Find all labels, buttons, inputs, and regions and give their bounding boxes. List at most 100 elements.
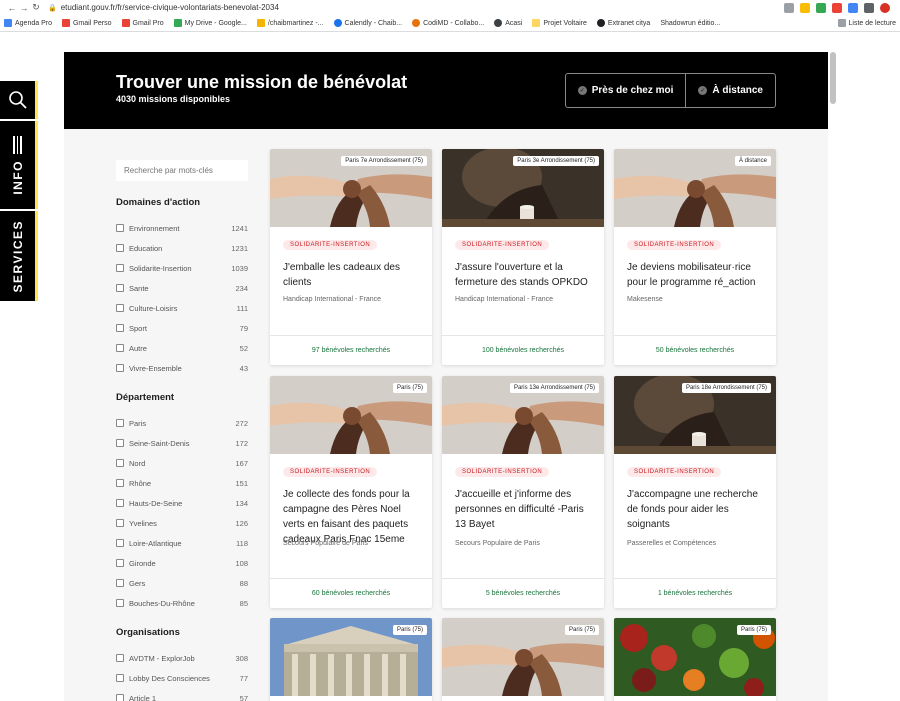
keyword-search-input[interactable] xyxy=(116,160,248,181)
bookmark[interactable]: Agenda Pro xyxy=(4,19,52,27)
filter-option[interactable]: Culture-Loisirs 111 xyxy=(116,298,248,318)
remote-option[interactable]: ✓ À distance xyxy=(685,74,775,107)
checkbox[interactable] xyxy=(116,539,124,547)
filter-option[interactable]: Education 1231 xyxy=(116,238,248,258)
checkbox[interactable] xyxy=(116,364,124,372)
location-badge: Paris 7e Arrondissement (75) xyxy=(341,156,427,166)
info-tab[interactable]: INFO xyxy=(0,121,38,209)
filter-option[interactable]: Yvelines 126 xyxy=(116,513,248,533)
filter-option-label: Article 1 xyxy=(129,693,157,701)
reading-list[interactable]: Liste de lecture xyxy=(837,19,896,27)
filter-option[interactable]: Paris 272 xyxy=(116,413,248,433)
checkbox[interactable] xyxy=(116,479,124,487)
checkbox[interactable] xyxy=(116,499,124,507)
bookmark[interactable]: Calendly - Chaib... xyxy=(333,19,402,27)
checkbox[interactable] xyxy=(116,304,124,312)
bookmark[interactable]: Acasi xyxy=(494,19,522,27)
filter-option[interactable]: Sport 79 xyxy=(116,318,248,338)
search-tab[interactable] xyxy=(0,81,38,119)
location-badge: Paris (75) xyxy=(392,625,427,635)
checkbox[interactable] xyxy=(116,439,124,447)
filter-option[interactable]: Solidarite-Insertion 1039 xyxy=(116,258,248,278)
mission-card[interactable]: À distance SOLIDARITE-INSERTION Je deviens… xyxy=(614,149,776,365)
bookmark[interactable]: Extranet citya xyxy=(596,19,650,27)
mission-title[interactable]: Je collecte des fonds pour la campagne d… xyxy=(283,487,421,547)
filter-option[interactable]: Nord 167 xyxy=(116,453,248,473)
extension-icon[interactable] xyxy=(864,2,874,13)
extension-icon[interactable] xyxy=(832,2,842,13)
bookmark[interactable]: My Drive - Google... xyxy=(173,19,247,27)
checkbox[interactable] xyxy=(116,674,124,682)
reload-icon[interactable]: ↻ xyxy=(30,2,42,13)
location-badge: Paris (75) xyxy=(736,625,771,635)
volunteers-needed: 1 bénévoles recherchés xyxy=(614,578,776,608)
location-toggle: ✓ Près de chez moi ✓ À distance xyxy=(564,73,776,108)
profile-avatar[interactable] xyxy=(880,2,890,13)
mission-title[interactable]: J'assure l'ouverture et la fermeture des… xyxy=(455,260,593,290)
bookmark[interactable]: Gmail Perso xyxy=(61,19,112,27)
mission-title[interactable]: J'emballe les cadeaux des clients xyxy=(283,260,421,290)
checkbox[interactable] xyxy=(116,244,124,252)
bookmark[interactable]: CodiMD - Collabo... xyxy=(412,19,484,27)
scrollbar[interactable] xyxy=(830,52,836,104)
filter-option[interactable]: Rhône 151 xyxy=(116,473,248,493)
checkbox[interactable] xyxy=(116,579,124,587)
address-bar[interactable]: 🔒 etudiant.gouv.fr/fr/service-civique-vo… xyxy=(48,3,784,12)
filter-option[interactable]: Hauts-De-Seine 134 xyxy=(116,493,248,513)
extension-icon[interactable] xyxy=(848,2,858,13)
bookmark[interactable]: Projet Voltaire xyxy=(532,19,587,27)
bookmark[interactable]: /chaibmartinez -... xyxy=(256,19,324,27)
filter-option[interactable]: AVDTM - ExplorJob 308 xyxy=(116,648,248,668)
star-icon[interactable] xyxy=(800,2,810,13)
filter-option[interactable]: Vivre-Ensemble 43 xyxy=(116,358,248,378)
checkbox[interactable] xyxy=(116,344,124,352)
mission-card[interactable]: Paris 18e Arrondissement (75) SOLIDARITE-… xyxy=(614,376,776,608)
volunteers-needed: 60 bénévoles recherchés xyxy=(270,578,432,608)
mission-card[interactable]: Paris 7e Arrondissement (75) SOLIDARITE-I… xyxy=(270,149,432,365)
filter-option[interactable]: Autre 52 xyxy=(116,338,248,358)
mission-title[interactable]: J'accompagne une recherche de fonds pour… xyxy=(627,487,765,532)
bookmark[interactable]: Shadowrun éditio... xyxy=(660,20,720,27)
checkbox[interactable] xyxy=(116,224,124,232)
checkbox[interactable] xyxy=(116,324,124,332)
mission-title[interactable]: J'accueille et j'informe des personnes e… xyxy=(455,487,593,532)
checkbox[interactable] xyxy=(116,559,124,567)
filter-option[interactable]: Bouches-Du-Rhône 85 xyxy=(116,593,248,613)
share-icon[interactable] xyxy=(784,2,794,13)
filter-option[interactable]: Seine-Saint-Denis 172 xyxy=(116,433,248,453)
near-me-option[interactable]: ✓ Près de chez moi xyxy=(566,74,686,107)
mission-card[interactable]: Paris 13e Arrondissement (75) SOLIDARITE-… xyxy=(442,376,604,608)
filters-sidebar: Domaines d'action Environnement 1241 Educa… xyxy=(116,160,248,701)
filter-option-count: 308 xyxy=(235,653,248,663)
filter-option[interactable]: Lobby Des Consciences 77 xyxy=(116,668,248,688)
mission-card[interactable]: Paris (75) xyxy=(442,618,604,701)
checkbox[interactable] xyxy=(116,284,124,292)
back-icon[interactable]: ← xyxy=(6,3,18,13)
bookmark[interactable]: Gmail Pro xyxy=(121,19,164,27)
filter-option[interactable]: Gers 88 xyxy=(116,573,248,593)
extension-icon[interactable] xyxy=(816,2,826,13)
checkbox[interactable] xyxy=(116,654,124,662)
filter-option[interactable]: Loire-Atlantique 118 xyxy=(116,533,248,553)
filter-option[interactable]: Article 1 57 xyxy=(116,688,248,701)
filter-option[interactable]: Sante 234 xyxy=(116,278,248,298)
mission-card[interactable]: Paris (75) SOLIDARITE-INSERTION Je collect… xyxy=(270,376,432,608)
mission-card[interactable]: Paris 3e Arrondissement (75) SOLIDARITE-I… xyxy=(442,149,604,365)
mission-image: Paris 13e Arrondissement (75) xyxy=(442,376,604,454)
checkbox[interactable] xyxy=(116,694,124,701)
checkbox[interactable] xyxy=(116,599,124,607)
mission-title[interactable]: Je deviens mobilisateur·rice pour le pro… xyxy=(627,260,765,290)
mission-card[interactable]: Paris (75) xyxy=(270,618,432,701)
filter-option-count: 57 xyxy=(239,693,248,701)
mission-card[interactable]: Paris (75) xyxy=(614,618,776,701)
forward-icon[interactable]: → xyxy=(18,3,30,13)
checkbox[interactable] xyxy=(116,264,124,272)
menu-icon xyxy=(13,135,22,154)
checkbox[interactable] xyxy=(116,419,124,427)
filter-option[interactable]: Environnement 1241 xyxy=(116,218,248,238)
checkbox[interactable] xyxy=(116,519,124,527)
services-tab[interactable]: SERVICES xyxy=(0,211,38,301)
checkbox[interactable] xyxy=(116,459,124,467)
filter-option[interactable]: Gironde 108 xyxy=(116,553,248,573)
organisation-name: Passerelles et Compétences xyxy=(627,540,717,547)
